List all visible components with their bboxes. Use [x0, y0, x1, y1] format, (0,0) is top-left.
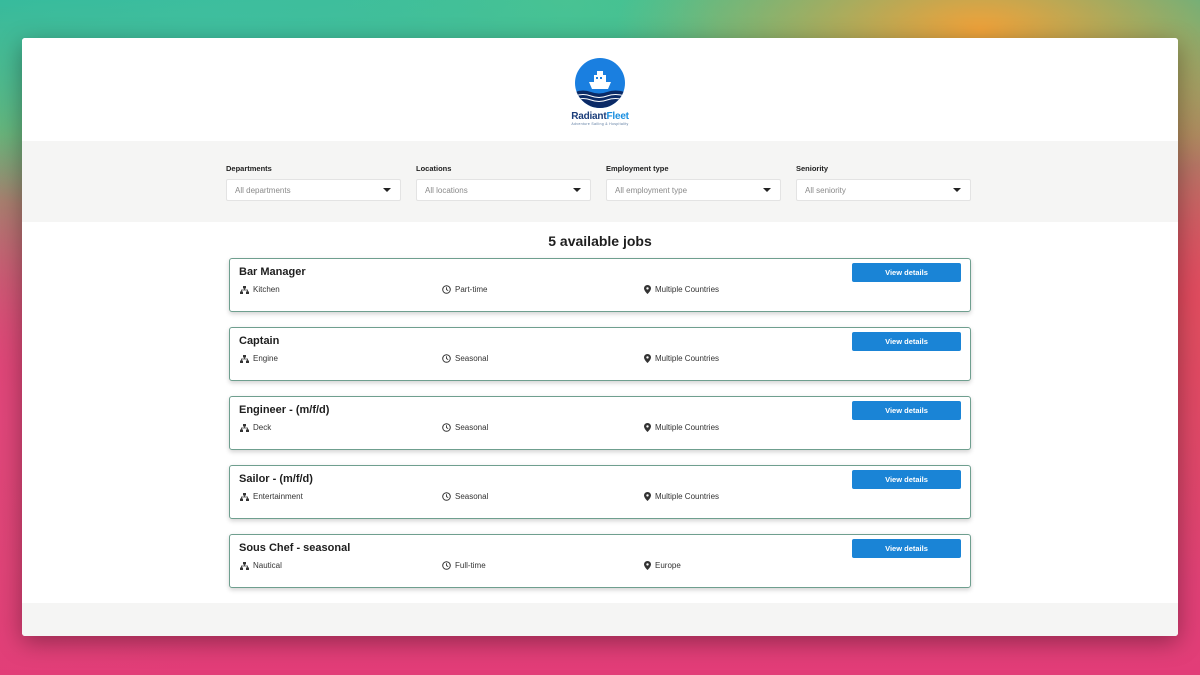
filter-bar: Departments All departments Locations Al… [22, 141, 1178, 222]
filter-departments: Departments All departments [226, 164, 401, 222]
employment-type-select[interactable]: All employment type [606, 179, 781, 201]
job-employment-type: Seasonal [442, 354, 488, 363]
clock-icon [442, 354, 451, 363]
job-card[interactable]: Sous Chef - seasonal Nautical Full-time … [229, 534, 971, 588]
sitemap-icon [240, 423, 249, 432]
department-text: Entertainment [253, 492, 303, 501]
sitemap-icon [240, 285, 249, 294]
job-title[interactable]: Sailor - (m/f/d) [239, 473, 313, 485]
map-pin-icon [644, 492, 651, 501]
job-department: Deck [240, 423, 271, 432]
results-count: 5 available jobs [548, 233, 652, 249]
clock-icon [442, 285, 451, 294]
ship-logo-icon [575, 57, 625, 108]
select-value: All locations [425, 185, 468, 195]
job-department: Entertainment [240, 492, 303, 501]
department-text: Nautical [253, 561, 282, 570]
departments-select[interactable]: All departments [226, 179, 401, 201]
caret-down-icon [763, 188, 771, 192]
job-title[interactable]: Sous Chef - seasonal [239, 542, 350, 554]
job-list: Bar Manager Kitchen Part-time Multiple C… [229, 258, 971, 603]
clock-icon [442, 561, 451, 570]
job-title[interactable]: Captain [239, 335, 279, 347]
filter-label: Locations [416, 164, 452, 173]
sitemap-icon [240, 354, 249, 363]
results-section: 5 available jobs Bar Manager Kitchen Par… [22, 222, 1178, 602]
employment-type-text: Seasonal [455, 354, 489, 363]
sitemap-icon [240, 492, 249, 501]
locations-select[interactable]: All locations [416, 179, 591, 201]
job-card[interactable]: Captain Engine Seasonal Multiple Countri… [229, 327, 971, 381]
company-logo[interactable]: RadiantFleet Adventure Sailing & Hospita… [571, 54, 629, 126]
location-text: Multiple Countries [655, 423, 720, 432]
view-details-button[interactable]: View details [852, 401, 961, 420]
view-details-button[interactable]: View details [852, 470, 961, 489]
job-employment-type: Seasonal [442, 492, 488, 501]
brand-name-part2: Fleet [606, 110, 629, 122]
map-pin-icon [644, 354, 651, 363]
job-card[interactable]: Bar Manager Kitchen Part-time Multiple C… [229, 258, 971, 312]
job-location: Multiple Countries [644, 492, 719, 501]
location-text: Multiple Countries [655, 354, 720, 363]
caret-down-icon [383, 188, 391, 192]
view-details-button[interactable]: View details [852, 263, 961, 282]
department-text: Deck [253, 423, 272, 432]
browser-window: RadiantFleet Adventure Sailing & Hospita… [22, 38, 1178, 636]
select-value: All employment type [615, 185, 688, 195]
job-department: Kitchen [240, 285, 280, 294]
select-value: All departments [235, 185, 291, 195]
location-text: Multiple Countries [655, 492, 720, 501]
employment-type-text: Part-time [455, 285, 488, 294]
view-details-button[interactable]: View details [852, 332, 961, 351]
job-card[interactable]: Sailor - (m/f/d) Entertainment Seasonal … [229, 465, 971, 519]
site-header: RadiantFleet Adventure Sailing & Hospita… [22, 38, 1178, 141]
footer-band [22, 603, 1178, 636]
filter-locations: Locations All locations [416, 164, 591, 222]
brand-tagline: Adventure Sailing & Hospitality [571, 121, 629, 126]
employment-type-text: Full-time [455, 561, 486, 570]
filter-seniority: Seniority All seniority [796, 164, 971, 222]
filter-employment-type: Employment type All employment type [606, 164, 781, 222]
filter-label: Departments [226, 164, 272, 173]
employment-type-text: Seasonal [455, 423, 489, 432]
brand-name: RadiantFleet [571, 111, 629, 122]
map-pin-icon [644, 285, 651, 294]
filter-label: Seniority [796, 164, 829, 173]
job-employment-type: Seasonal [442, 423, 488, 432]
caret-down-icon [573, 188, 581, 192]
map-pin-icon [644, 561, 651, 570]
job-card[interactable]: Engineer - (m/f/d) Deck Seasonal Multipl… [229, 396, 971, 450]
map-pin-icon [644, 423, 651, 432]
clock-icon [442, 492, 451, 501]
job-location: Multiple Countries [644, 285, 719, 294]
caret-down-icon [953, 188, 961, 192]
location-text: Multiple Countries [655, 285, 720, 294]
sitemap-icon [240, 561, 249, 570]
view-details-button[interactable]: View details [852, 539, 961, 558]
job-location: Multiple Countries [644, 354, 719, 363]
brand-name-part1: Radiant [571, 110, 607, 122]
job-location: Multiple Countries [644, 423, 719, 432]
job-department: Nautical [240, 561, 282, 570]
location-text: Europe [655, 561, 681, 570]
select-value: All seniority [805, 185, 846, 195]
job-department: Engine [240, 354, 278, 363]
department-text: Engine [253, 354, 278, 363]
filter-label: Employment type [606, 164, 669, 173]
job-employment-type: Full-time [442, 561, 486, 570]
job-title[interactable]: Engineer - (m/f/d) [239, 404, 329, 416]
job-location: Europe [644, 561, 681, 570]
clock-icon [442, 423, 451, 432]
job-title[interactable]: Bar Manager [239, 266, 306, 278]
job-employment-type: Part-time [442, 285, 487, 294]
seniority-select[interactable]: All seniority [796, 179, 971, 201]
employment-type-text: Seasonal [455, 492, 489, 501]
department-text: Kitchen [253, 285, 280, 294]
